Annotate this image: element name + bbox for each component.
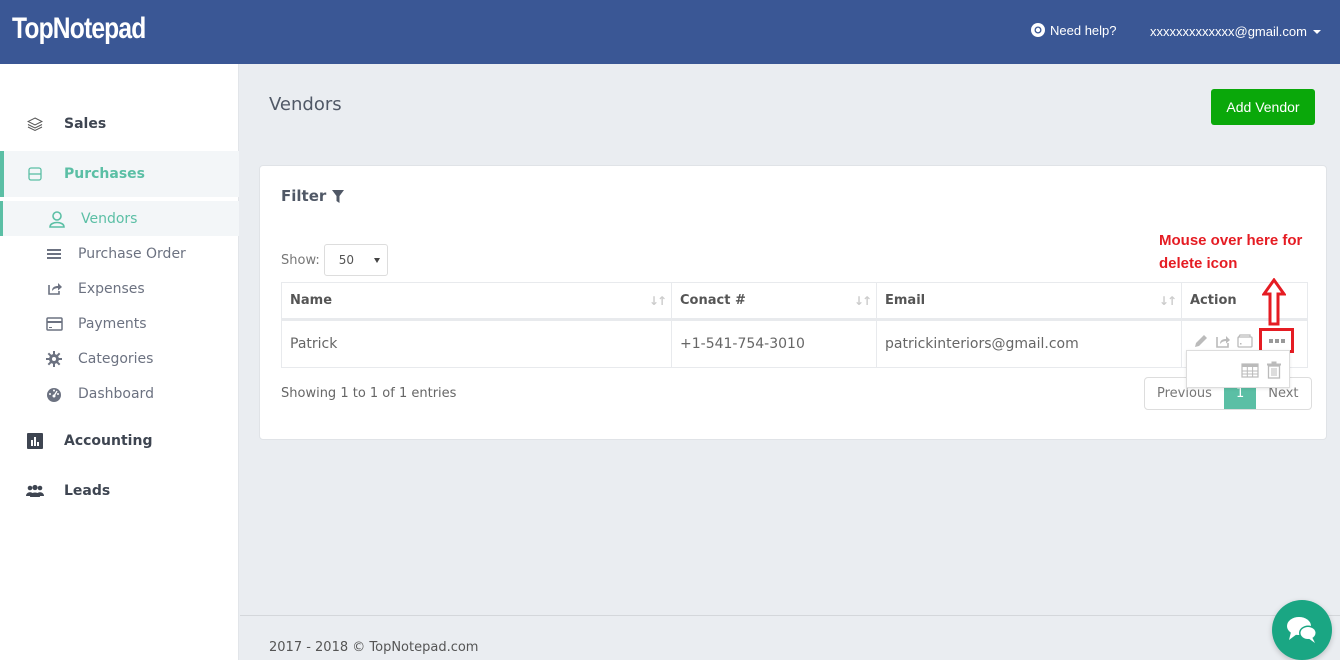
page-title: Vendors xyxy=(269,94,342,115)
sidebar-item-label: Categories xyxy=(78,350,154,367)
user-email: xxxxxxxxxxxxx@gmail.com xyxy=(1150,24,1307,39)
sort-icon: ↓↑ xyxy=(648,294,667,308)
vendors-table: Name ↓↑ Conact # ↓↑ Email ↓↑ Action Patrick… xyxy=(281,282,1308,368)
filter-toggle[interactable]: Filter xyxy=(281,187,345,205)
column-label: Action xyxy=(1190,293,1237,308)
page-size-value: 50 xyxy=(338,253,355,267)
arrow-up-icon xyxy=(1262,278,1286,326)
column-header-contact[interactable]: Conact # ↓↑ xyxy=(671,282,877,321)
column-label: Conact # xyxy=(680,293,746,308)
dashboard-icon xyxy=(45,385,63,403)
sort-icon: ↓↑ xyxy=(1158,294,1177,308)
sidebar-item-label: Leads xyxy=(64,483,111,499)
dot xyxy=(1268,338,1273,343)
wallet-icon[interactable] xyxy=(1237,333,1253,349)
column-header-email[interactable]: Email ↓↑ xyxy=(876,282,1182,321)
need-help-link[interactable]: Need help? xyxy=(1030,22,1117,38)
column-header-action: Action xyxy=(1181,282,1308,321)
sidebar-item-label: Dashboard xyxy=(78,385,154,402)
column-header-name[interactable]: Name ↓↑ xyxy=(281,282,672,321)
show-label: Show: xyxy=(281,252,320,268)
sidebar-item-label: Purchases xyxy=(64,166,146,182)
annotation-line-1: Mouse over here for xyxy=(1159,232,1303,249)
sidebar-item-purchases[interactable]: Purchases xyxy=(0,151,239,197)
gear-icon xyxy=(45,350,63,368)
add-vendor-button[interactable]: Add Vendor xyxy=(1211,89,1315,125)
user-icon xyxy=(48,210,66,228)
top-bar: TopNotepad Need help? xxxxxxxxxxxxx@gmai… xyxy=(0,0,1340,64)
sidebar-subitem-expenses[interactable]: Expenses xyxy=(0,271,239,306)
chat-icon xyxy=(1287,617,1317,643)
sidebar: Sales Purchases Vendors Purchase Order E… xyxy=(0,64,239,660)
filter-icon xyxy=(332,189,345,203)
sidebar-subitem-dashboard[interactable]: Dashboard xyxy=(0,376,239,411)
footer-text: 2017 - 2018 © TopNotepad.com xyxy=(269,640,479,655)
chat-button[interactable] xyxy=(1272,600,1332,660)
bar-chart-icon xyxy=(26,432,44,450)
more-actions-popover xyxy=(1186,350,1290,388)
cell-email: patrickinteriors@gmail.com xyxy=(876,319,1182,368)
table-icon[interactable] xyxy=(1241,361,1259,379)
minus-square-icon xyxy=(26,165,44,183)
caret-down-icon xyxy=(373,258,380,263)
column-label: Name xyxy=(290,293,333,308)
column-label: Email xyxy=(885,293,926,308)
users-icon xyxy=(26,482,44,500)
caret-down-icon xyxy=(1312,29,1321,34)
page-size-control: Show: 50 xyxy=(281,244,388,276)
dot xyxy=(1280,338,1285,343)
sidebar-item-accounting[interactable]: Accounting xyxy=(0,418,239,464)
filter-label: Filter xyxy=(281,187,327,205)
cell-contact: +1-541-754-3010 xyxy=(671,319,877,368)
sidebar-item-label: Accounting xyxy=(64,433,153,449)
annotation-line-2: delete icon xyxy=(1159,255,1238,272)
sidebar-item-label: Payments xyxy=(78,315,147,332)
share-icon[interactable] xyxy=(1215,333,1231,349)
sidebar-subitem-categories[interactable]: Categories xyxy=(0,341,239,376)
sidebar-item-label: Sales xyxy=(64,116,107,132)
sort-icon: ↓↑ xyxy=(853,294,872,308)
showing-entries-text: Showing 1 to 1 of 1 entries xyxy=(281,386,457,401)
sidebar-item-label: Purchase Order xyxy=(78,245,186,262)
need-help-label: Need help? xyxy=(1050,22,1117,38)
annotation-text: Mouse over here for delete icon xyxy=(1159,229,1302,275)
logo[interactable]: TopNotepad xyxy=(12,12,146,46)
sidebar-subitem-payments[interactable]: Payments xyxy=(0,306,239,341)
list-icon xyxy=(45,245,63,263)
share-icon xyxy=(45,280,63,298)
table-row: Patrick +1-541-754-3010 patrickinteriors… xyxy=(281,319,1308,368)
sidebar-item-label: Expenses xyxy=(78,280,145,297)
credit-card-icon xyxy=(45,315,63,333)
layers-icon xyxy=(26,115,44,133)
sidebar-item-sales[interactable]: Sales xyxy=(0,101,239,147)
lifebuoy-icon xyxy=(1031,23,1045,37)
sidebar-subitem-purchase-order[interactable]: Purchase Order xyxy=(0,236,239,271)
table-header-row: Name ↓↑ Conact # ↓↑ Email ↓↑ Action xyxy=(281,282,1308,321)
user-menu[interactable]: xxxxxxxxxxxxx@gmail.com xyxy=(1150,24,1321,39)
sidebar-item-leads[interactable]: Leads xyxy=(0,468,239,514)
cell-name: Patrick xyxy=(281,319,672,368)
edit-icon[interactable] xyxy=(1193,333,1209,349)
dot xyxy=(1274,338,1279,343)
row-actions xyxy=(1193,333,1253,349)
sidebar-item-label: Vendors xyxy=(81,210,138,227)
footer-divider xyxy=(240,615,1340,616)
sidebar-subitem-vendors[interactable]: Vendors xyxy=(0,201,239,236)
vendors-card: Filter Show: 50 Name ↓↑ Conact # ↓↑ Email ↓… xyxy=(259,165,1327,440)
page-size-select[interactable]: 50 xyxy=(323,244,388,276)
trash-icon[interactable] xyxy=(1265,361,1283,379)
